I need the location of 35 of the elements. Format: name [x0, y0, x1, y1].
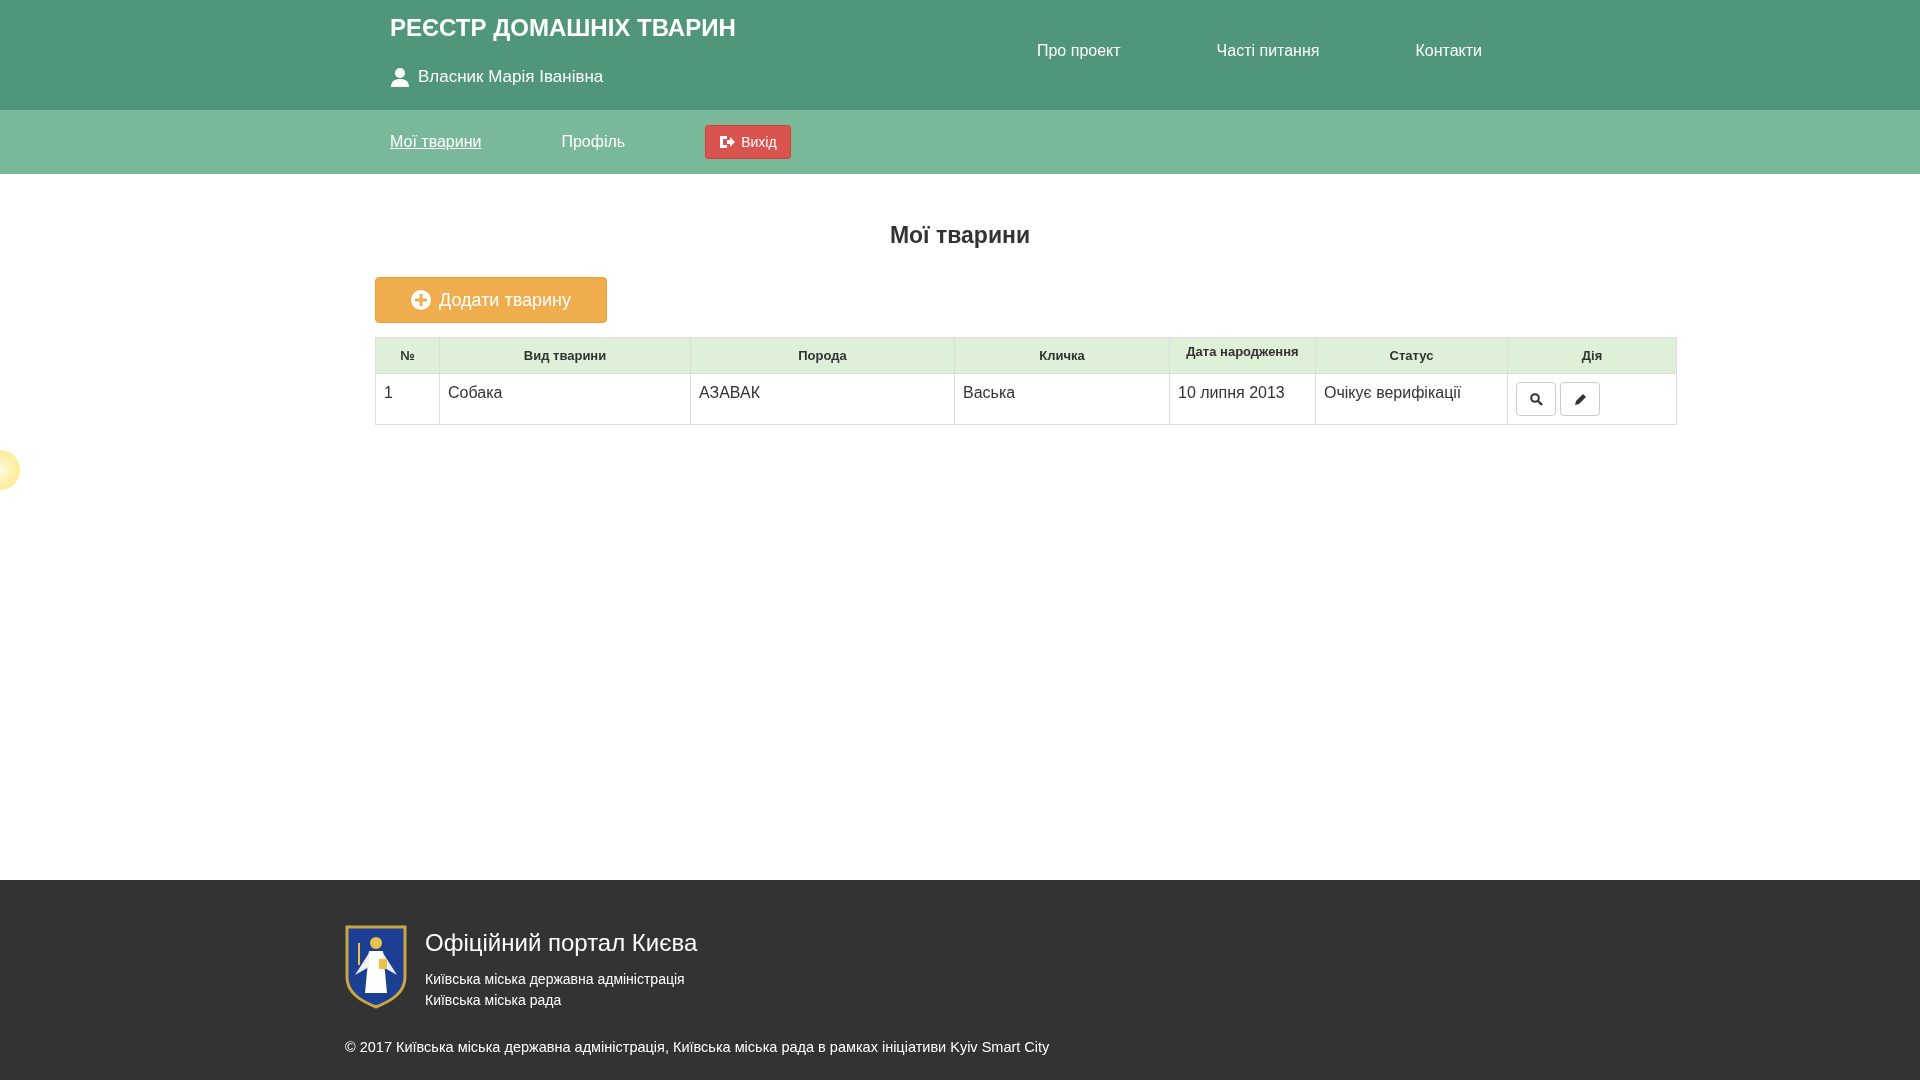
logout-icon [719, 135, 736, 149]
page-heading: Мої тварини [888, 222, 1032, 249]
column-header: Кличка [954, 337, 1170, 374]
column-header: Дата народження [1169, 337, 1316, 374]
footer-text: Київська міська рада [425, 991, 563, 1010]
table-cell: Васька [954, 373, 1170, 425]
column-header: Порода [690, 337, 955, 374]
copyright-text: © 2017 Київська міська державна адміністрація, Київська міська рада в рамках ініціативи Kyiv Smart City [345, 1039, 1051, 1055]
subnav-link[interactable]: Профіль [561, 133, 626, 151]
nav-link[interactable]: Контакти [1415, 42, 1482, 87]
light-orb-icon [0, 450, 20, 490]
table-cell: Собака [439, 373, 691, 425]
logout-button[interactable]: Вихід [705, 125, 791, 159]
search-icon [1529, 392, 1543, 406]
table-cell: 10 липня 2013 [1169, 373, 1316, 425]
nav-link[interactable]: Про проект [1036, 42, 1121, 87]
column-header: № [375, 337, 440, 374]
table-cell: АЗАВАК [690, 373, 955, 425]
column-header: Дія [1507, 337, 1677, 374]
user-name: Власник Марія Іванівна [418, 67, 604, 87]
footer-text: Київська міська державна адміністрація [425, 970, 686, 989]
table-cell: 1 [375, 373, 440, 425]
footer-title: Офіційний портал Києва [425, 929, 698, 957]
subnav-link[interactable]: Мої тварини [390, 133, 482, 151]
column-header: Статус [1315, 337, 1508, 374]
edit-button[interactable] [1560, 382, 1600, 416]
site-title: РЕЄСТР ДОМАШНІХ ТВАРИН [390, 14, 736, 42]
nav-link[interactable]: Часті питання [1216, 42, 1320, 87]
table-cell: Очікує верифікації [1315, 373, 1508, 425]
add-pet-button[interactable]: Додати тварину [375, 277, 608, 323]
user-icon [390, 67, 410, 87]
pencil-icon [1573, 392, 1587, 406]
plus-circle-icon [411, 290, 431, 310]
column-header: Вид тварини [439, 337, 691, 374]
search-button[interactable] [1516, 382, 1556, 416]
